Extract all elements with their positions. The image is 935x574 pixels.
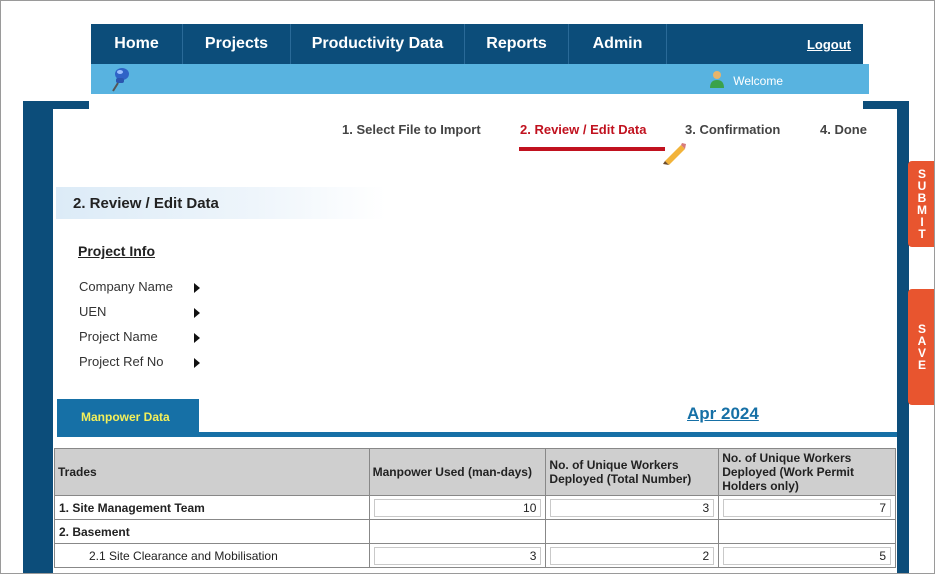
sub-bar: Welcome bbox=[91, 64, 869, 94]
manpower-used-input[interactable]: 3 bbox=[373, 546, 542, 565]
tab-underline bbox=[57, 432, 897, 437]
top-nav: Home Projects Productivity Data Reports … bbox=[91, 24, 863, 64]
welcome-text: Welcome bbox=[733, 73, 783, 88]
unique-wp-input[interactable]: 7 bbox=[723, 498, 891, 517]
unique-total-cell bbox=[545, 519, 720, 544]
nav-projects[interactable]: Projects bbox=[183, 24, 291, 64]
nav-productivity-data[interactable]: Productivity Data bbox=[291, 24, 465, 64]
tab-manpower-data[interactable]: Manpower Data bbox=[57, 399, 199, 435]
period-link[interactable]: Apr 2024 bbox=[687, 404, 759, 424]
unique-total-input[interactable]: 3 bbox=[550, 498, 715, 517]
column-header-manpower-used: Manpower Used (man-days) bbox=[368, 448, 547, 496]
project-name-label: Project Name bbox=[79, 329, 158, 344]
button-letter: T bbox=[918, 227, 926, 241]
column-header-unique-workers-wp: No. of Unique Workers Deployed (Work Per… bbox=[718, 448, 896, 496]
triangle-right-icon bbox=[194, 333, 200, 343]
company-name-label: Company Name bbox=[79, 279, 173, 294]
triangle-right-icon bbox=[194, 283, 200, 293]
step-3: 3. Confirmation bbox=[685, 122, 781, 137]
unique-total-input[interactable]: 2 bbox=[550, 546, 715, 565]
unique-wp-cell bbox=[718, 519, 896, 544]
nav-reports[interactable]: Reports bbox=[465, 24, 569, 64]
logout-link[interactable]: Logout bbox=[807, 37, 851, 52]
button-letter: E bbox=[917, 358, 926, 372]
project-ref-no-label: Project Ref No bbox=[79, 354, 164, 369]
unique-wp-input[interactable]: 5 bbox=[723, 546, 891, 565]
table-row: 2.1 Site Clearance and Mobilisation 3 2 … bbox=[54, 543, 896, 568]
trade-cell: 2. Basement bbox=[54, 519, 370, 544]
manpower-used-cell bbox=[368, 519, 547, 544]
welcome-area: Welcome bbox=[709, 70, 783, 91]
unique-total-cell[interactable]: 2 bbox=[545, 543, 720, 568]
column-header-trades: Trades bbox=[54, 448, 370, 496]
unique-wp-cell[interactable]: 7 bbox=[718, 495, 896, 520]
manpower-used-input[interactable]: 10 bbox=[373, 498, 542, 517]
pencil-icon bbox=[661, 141, 687, 170]
section-title: 2. Review / Edit Data bbox=[56, 187, 386, 219]
triangle-right-icon bbox=[194, 358, 200, 368]
step-4: 4. Done bbox=[820, 122, 867, 137]
step-2-active: 2. Review / Edit Data bbox=[520, 122, 647, 137]
trade-cell: 1. Site Management Team bbox=[54, 495, 370, 520]
step-1: 1. Select File to Import bbox=[342, 122, 481, 137]
nav-home[interactable]: Home bbox=[91, 24, 183, 64]
submit-button[interactable]: SUBMIT bbox=[908, 161, 934, 247]
nav-admin[interactable]: Admin bbox=[569, 24, 667, 64]
table-row: 1. Site Management Team 10 3 7 bbox=[54, 495, 896, 520]
application-window: Home Projects Productivity Data Reports … bbox=[0, 0, 935, 574]
nav-right: Logout bbox=[667, 24, 863, 64]
pushpin-icon bbox=[107, 66, 133, 97]
user-icon bbox=[709, 70, 725, 91]
unique-wp-cell[interactable]: 5 bbox=[718, 543, 896, 568]
trade-cell: 2.1 Site Clearance and Mobilisation bbox=[54, 543, 370, 568]
project-info-title: Project Info bbox=[78, 243, 156, 259]
manpower-table: Trades Manpower Used (man-days) No. of U… bbox=[54, 448, 896, 568]
triangle-right-icon bbox=[194, 308, 200, 318]
manpower-used-cell[interactable]: 10 bbox=[368, 495, 547, 520]
active-step-underline bbox=[519, 147, 665, 151]
frame-rail-left bbox=[23, 101, 53, 573]
save-button[interactable]: SAVE bbox=[908, 289, 934, 405]
uen-label: UEN bbox=[79, 304, 107, 319]
manpower-used-cell[interactable]: 3 bbox=[368, 543, 547, 568]
column-header-unique-workers-total: No. of Unique Workers Deployed (Total Nu… bbox=[545, 448, 720, 496]
table-row: 2. Basement bbox=[54, 519, 896, 544]
unique-total-cell[interactable]: 3 bbox=[545, 495, 720, 520]
